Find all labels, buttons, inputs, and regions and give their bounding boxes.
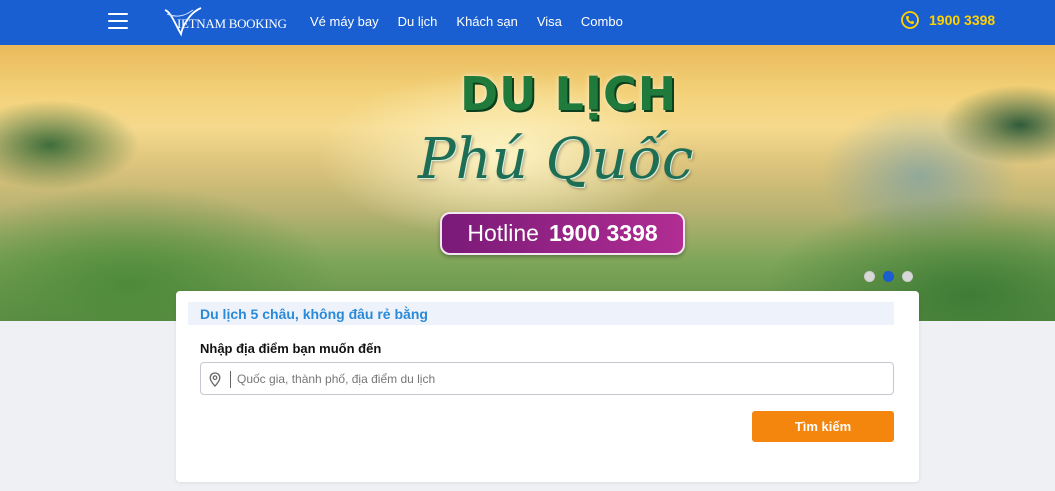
nav-item-ve-may-bay[interactable]: Vé máy bay <box>310 14 379 29</box>
hero-hotline-badge: Hotline 1900 3398 <box>440 212 685 255</box>
search-tagline: Du lịch 5 châu, không đâu rẻ bằng <box>200 306 428 322</box>
search-card: Du lịch 5 châu, không đâu rẻ bằng Nhập đ… <box>176 291 919 482</box>
hotline-label: Hotline <box>467 220 539 246</box>
logo-text: IETNAM BOOKING <box>177 16 287 31</box>
hero-title-line1: DU LỊCH <box>460 67 678 121</box>
carousel-dot-3[interactable] <box>902 271 913 282</box>
nav-item-visa[interactable]: Visa <box>537 14 562 29</box>
main-nav: Vé máy bay Du lịch Khách sạn Visa Combo <box>310 14 642 29</box>
vietnam-booking-logo[interactable]: IETNAM BOOKING <box>163 6 287 38</box>
hero-hill-left <box>0 100 140 190</box>
hero-banner[interactable]: DU LỊCH Phú Quốc Hotline 1900 3398 <box>0 45 1055 321</box>
header-phone[interactable]: 1900 3398 <box>901 11 995 29</box>
search-card-header: Du lịch 5 châu, không đâu rẻ bằng <box>188 302 894 325</box>
carousel-dot-1[interactable] <box>864 271 875 282</box>
header-phone-number: 1900 3398 <box>929 12 996 28</box>
phone-icon <box>901 11 919 29</box>
nav-item-combo[interactable]: Combo <box>581 14 623 29</box>
top-navigation-bar: IETNAM BOOKING Vé máy bay Du lịch Khách … <box>0 0 1055 45</box>
text-cursor <box>230 371 231 388</box>
search-button[interactable]: Tìm kiếm <box>752 411 894 442</box>
destination-search-input[interactable] <box>237 363 877 394</box>
hero-title-line2: Phú Quốc <box>418 127 694 192</box>
nav-item-du-lich[interactable]: Du lịch <box>398 14 438 29</box>
destination-label: Nhập địa điểm bạn muốn đến <box>200 341 382 356</box>
carousel-dot-2[interactable] <box>883 271 894 282</box>
nav-item-khach-san[interactable]: Khách sạn <box>456 14 517 29</box>
location-pin-icon <box>209 372 221 387</box>
hotline-number: 1900 3398 <box>548 220 658 246</box>
destination-search-box[interactable] <box>200 362 894 395</box>
hamburger-menu-icon[interactable] <box>108 13 128 31</box>
carousel-dots <box>864 271 921 282</box>
